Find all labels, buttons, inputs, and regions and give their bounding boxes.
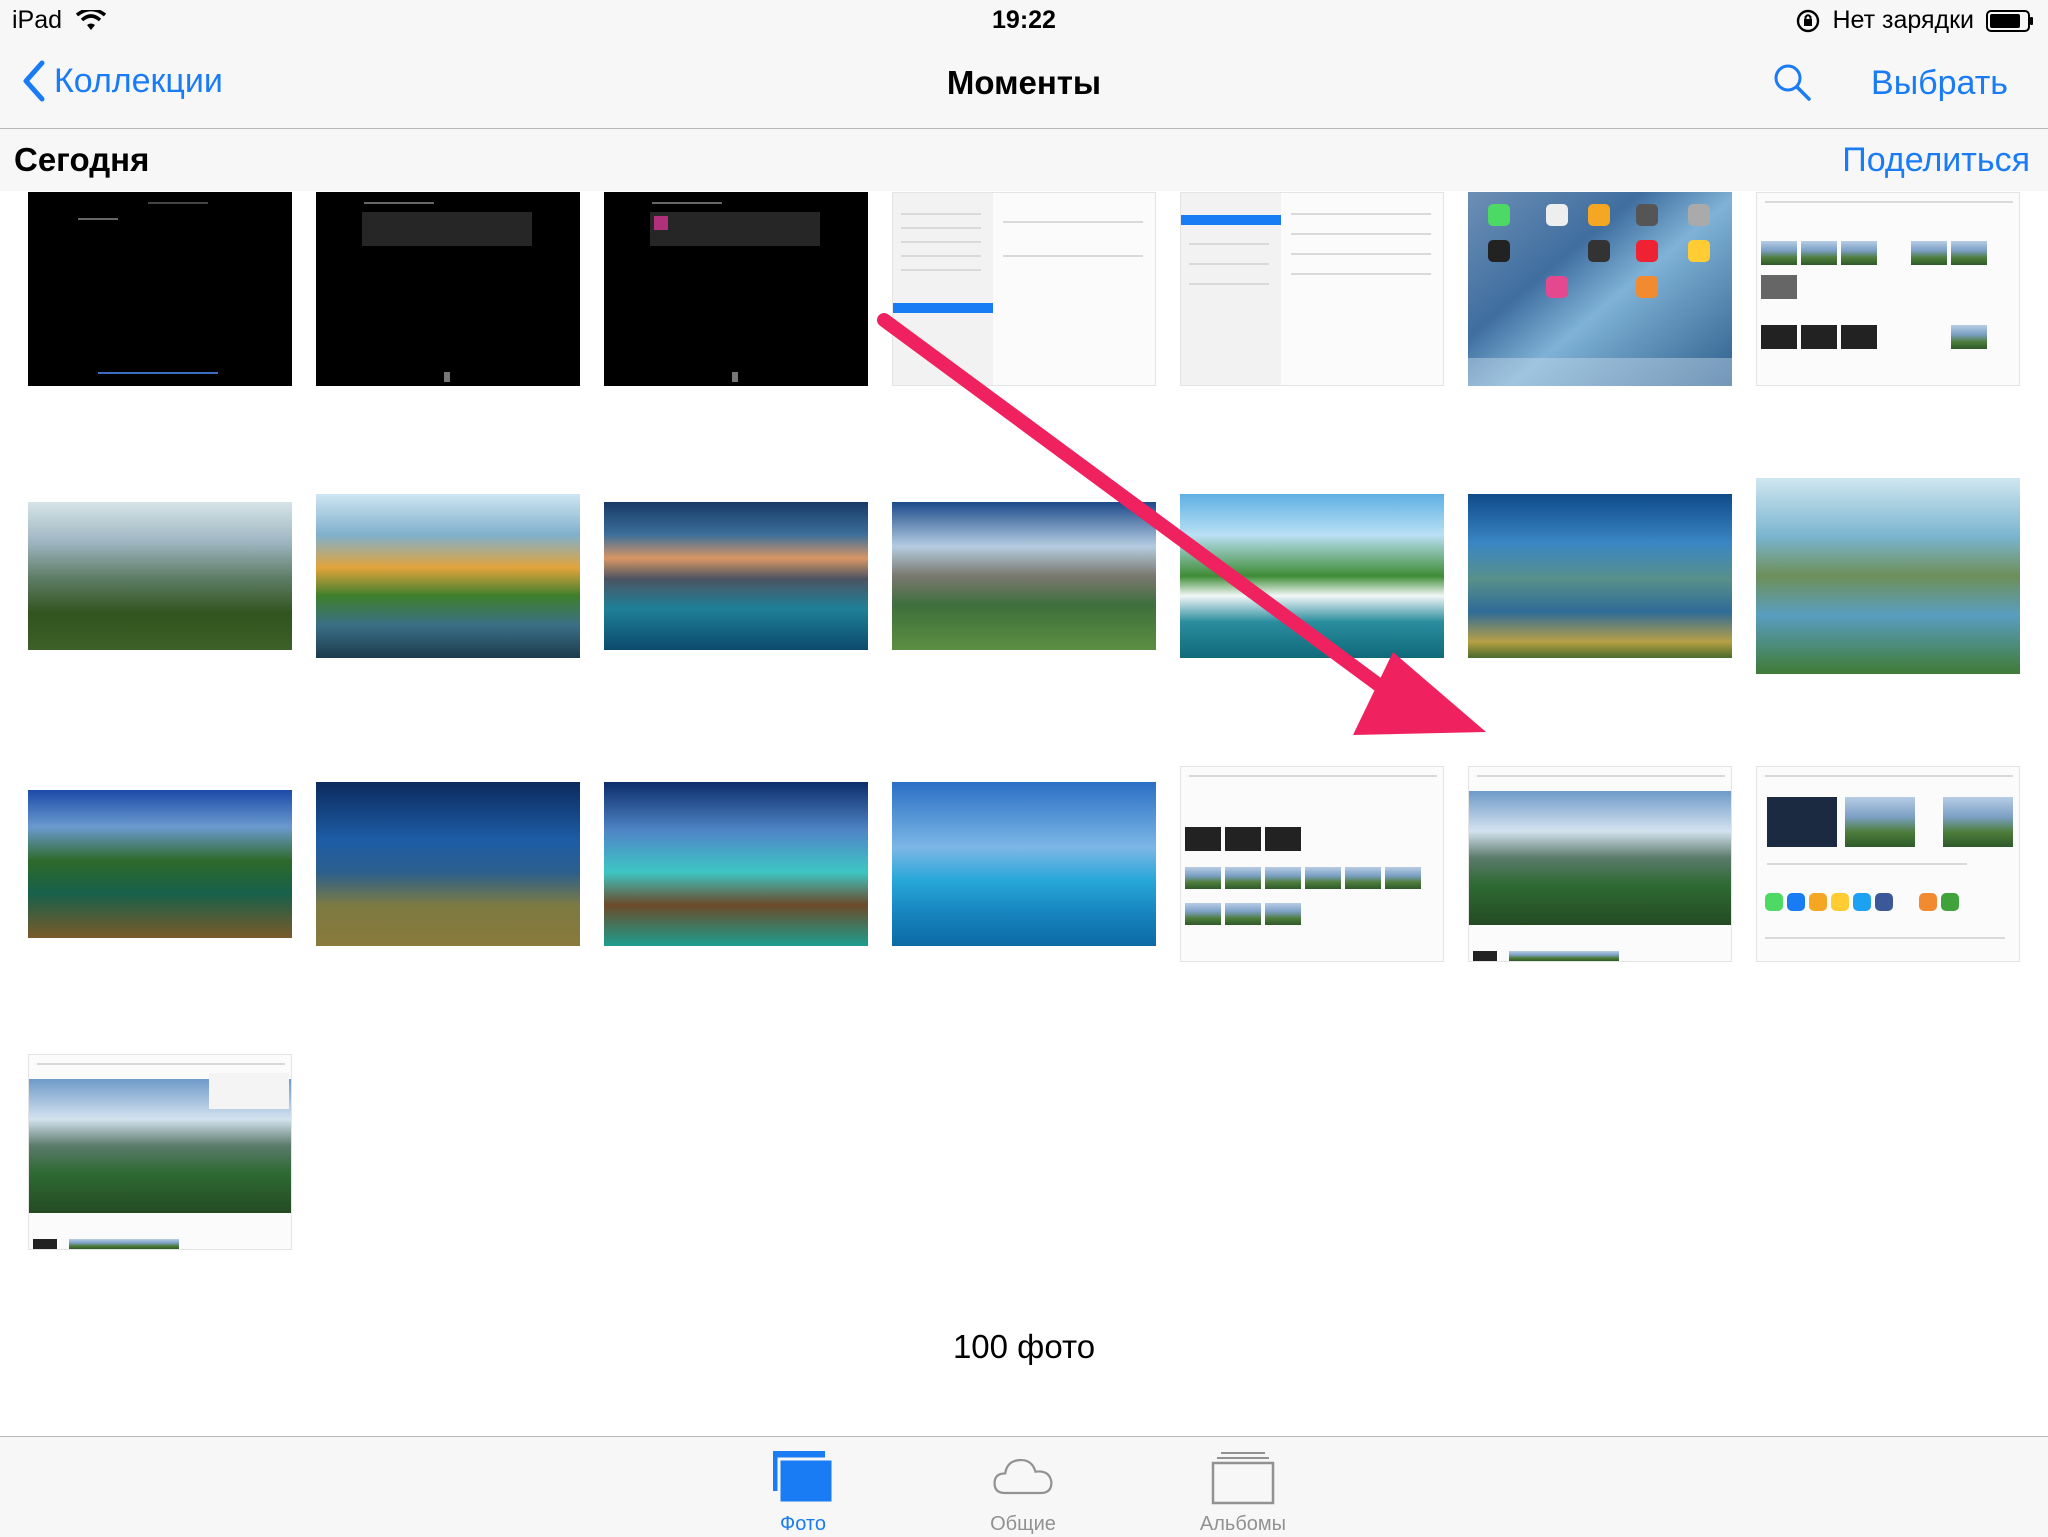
photo-thumbnail[interactable] [1180, 192, 1444, 386]
tab-photos-label: Фото [780, 1513, 826, 1535]
albums-tab-icon [1211, 1452, 1275, 1505]
select-button[interactable]: Выбрать [1871, 64, 2008, 103]
cloud-icon [993, 1458, 1053, 1495]
search-icon[interactable] [1772, 62, 1812, 102]
photo-thumbnail[interactable] [604, 502, 868, 650]
photo-thumbnail[interactable] [604, 782, 868, 946]
photo-thumbnail[interactable] [1180, 766, 1444, 962]
battery-icon [1986, 9, 2033, 32]
status-right: Нет зарядки [1796, 6, 2034, 35]
photo-thumbnail[interactable] [1756, 478, 2020, 674]
lock-rotation-icon [1797, 9, 1820, 32]
photo-thumbnail[interactable] [316, 192, 580, 386]
photo-thumbnail[interactable] [28, 790, 292, 938]
photo-thumbnail[interactable] [28, 192, 292, 386]
page-title: Моменты [946, 64, 1102, 101]
photo-thumbnail[interactable] [1756, 192, 2020, 386]
tab-photos[interactable]: Фото [733, 1449, 873, 1536]
tab-shared[interactable]: Общие [953, 1449, 1093, 1536]
photo-thumbnail[interactable] [1180, 494, 1444, 658]
tab-albums[interactable]: Альбомы [1173, 1449, 1313, 1536]
photo-thumbnail[interactable] [1468, 766, 1732, 962]
photo-thumbnail[interactable] [1468, 494, 1732, 658]
navigation-bar: Коллекции Моменты Выбрать [0, 40, 2048, 129]
photo-thumbnail[interactable] [28, 1054, 292, 1250]
photos-tab-icon [773, 1451, 835, 1505]
photo-thumbnail[interactable] [892, 502, 1156, 650]
charging-status: Нет зарядки [1832, 6, 1974, 34]
photo-thumbnail[interactable] [28, 502, 292, 650]
photo-thumbnail[interactable] [1468, 192, 1732, 386]
section-title: Сегодня [14, 141, 150, 178]
photo-thumbnail[interactable] [316, 782, 580, 946]
photo-thumbnail[interactable] [316, 494, 580, 658]
photo-thumbnail[interactable] [1756, 766, 2020, 962]
tab-albums-label: Альбомы [1199, 1513, 1287, 1535]
tab-bar: Фото Общие Альбомы [0, 1436, 2048, 1537]
photo-thumbnail[interactable] [892, 192, 1156, 386]
tab-shared-label: Общие [990, 1513, 1056, 1535]
section-header: Сегодня Поделиться [0, 129, 2048, 191]
status-bar: iPad 19:22 Нет зарядки [0, 0, 2048, 40]
share-button[interactable]: Поделиться [1842, 141, 2030, 180]
status-time: 19:22 [992, 6, 1056, 34]
photo-thumbnail[interactable] [892, 782, 1156, 946]
photo-thumbnail[interactable] [604, 192, 868, 386]
photo-count: 100 фото [952, 1328, 1096, 1365]
